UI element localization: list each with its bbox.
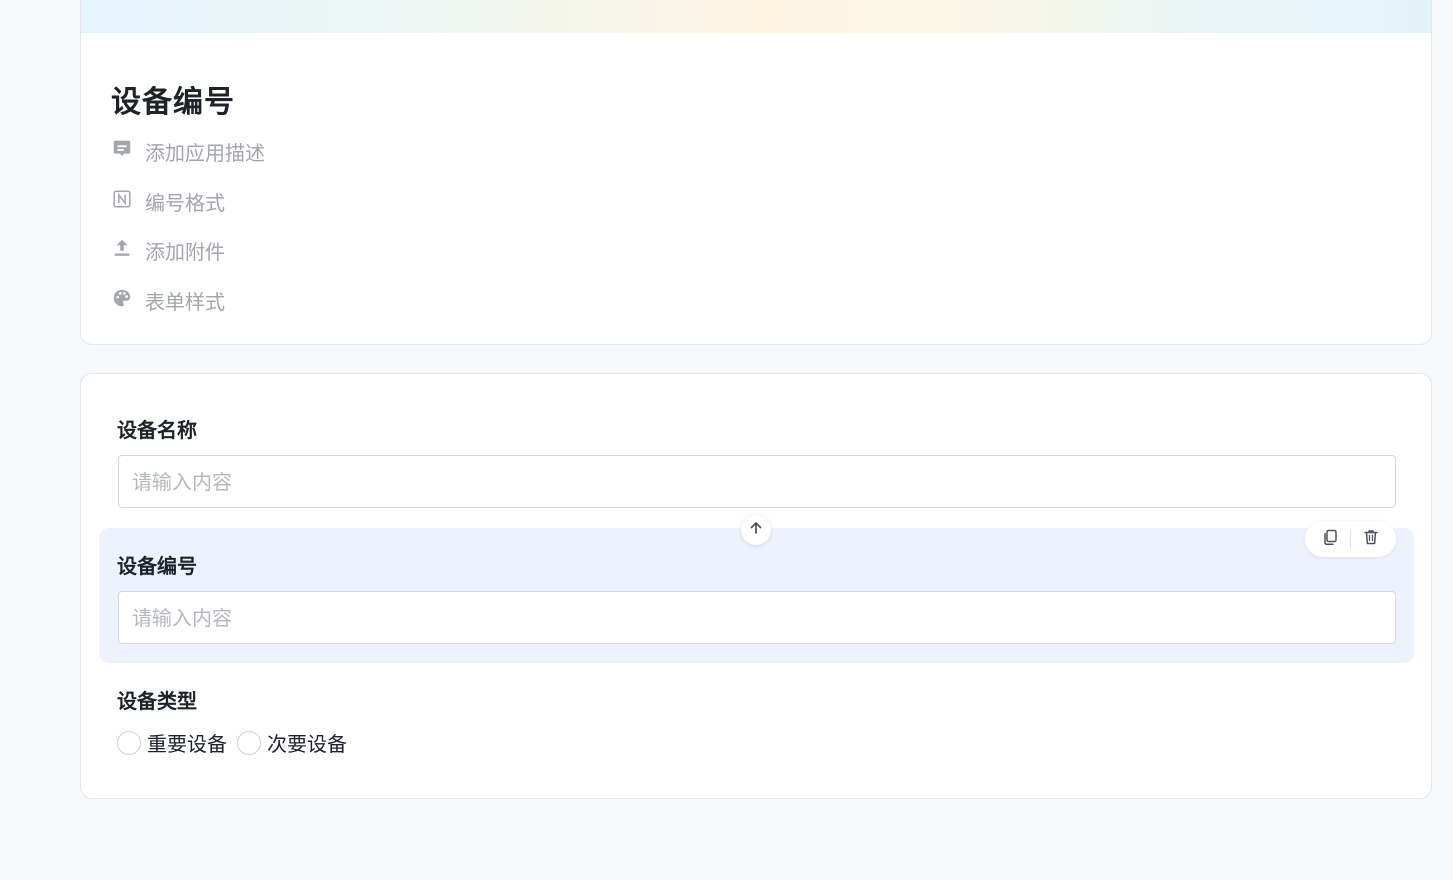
number-format-label: 编号格式 [145,190,225,215]
radio-label: 重要设备 [147,732,227,756]
add-attachment-action[interactable]: 添加附件 [111,236,225,264]
device-name-label: 设备名称 [117,418,197,442]
trash-icon [1362,528,1380,550]
form-style-action[interactable]: 表单样式 [111,286,225,314]
form-fields-card: 设备名称 设备编号 设备类型 重要设备 次要设备 [80,373,1432,799]
add-description-action[interactable]: 添加应用描述 [111,137,265,165]
comment-icon [111,138,133,165]
move-up-button[interactable] [741,515,771,545]
copy-field-button[interactable] [1317,526,1343,552]
device-type-radio-group: 重要设备 次要设备 [117,728,357,757]
upload-icon [111,237,133,264]
field-toolbar [1305,521,1396,557]
arrow-up-icon [748,520,764,540]
n-format-icon [111,188,133,215]
radio-option-secondary[interactable]: 次要设备 [237,728,347,757]
radio-button[interactable] [237,730,261,755]
add-description-label: 添加应用描述 [145,140,265,165]
device-number-input[interactable] [118,591,1396,644]
copy-icon [1321,528,1339,550]
header-banner [81,0,1431,33]
device-number-label: 设备编号 [117,554,197,578]
add-attachment-label: 添加附件 [145,239,225,264]
radio-button[interactable] [117,730,141,755]
delete-field-button[interactable] [1358,526,1384,552]
radio-label: 次要设备 [267,732,347,756]
device-type-label: 设备类型 [117,689,197,713]
device-name-input[interactable] [118,455,1396,508]
palette-icon [111,287,133,314]
form-title[interactable]: 设备编号 [111,77,235,121]
radio-option-important[interactable]: 重要设备 [117,728,227,757]
form-style-label: 表单样式 [145,289,225,314]
toolbar-divider [1349,529,1351,549]
number-format-action[interactable]: 编号格式 [111,187,225,215]
form-header-card: 设备编号 添加应用描述 编号格式 添加附件 表单样式 [80,0,1432,345]
